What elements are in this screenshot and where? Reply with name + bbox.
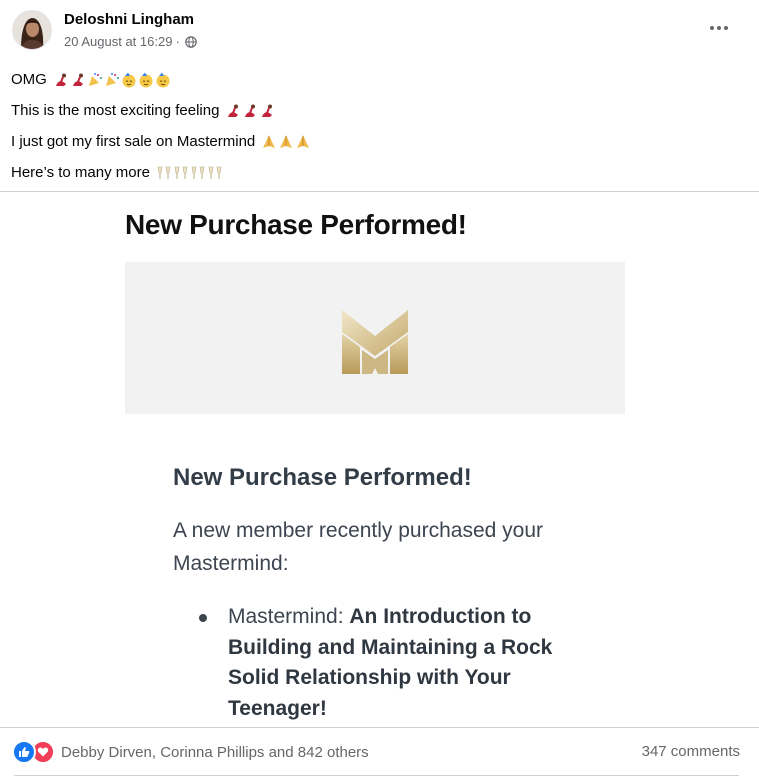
post-timestamp[interactable]: 20 August at 16:29 — [64, 34, 172, 50]
post-line-text: Here’s to many more — [11, 164, 150, 181]
post-message: OMG This is the most exciting feeling I … — [11, 64, 311, 188]
clinking-glasses-icon — [174, 166, 188, 179]
clinking-glasses-icon — [157, 166, 171, 179]
image-heading: New Purchase Performed! — [173, 464, 472, 491]
comments-count[interactable]: 347 comments — [642, 743, 740, 760]
dancer-icon — [72, 73, 83, 86]
more-dot-icon — [710, 26, 714, 30]
like-icon — [12, 740, 36, 764]
dancer-icon — [245, 104, 256, 117]
post-line-text: This is the most exciting feeling — [11, 102, 220, 119]
confetti-icon — [88, 72, 102, 86]
folded-hands-icon — [297, 134, 310, 148]
dancer-icon — [55, 73, 66, 86]
mastermind-logo-icon — [342, 310, 408, 374]
image-title: New Purchase Performed! — [125, 209, 467, 240]
meta-separator: · — [175, 34, 180, 49]
logo-banner — [125, 262, 625, 414]
list-item-label: Mastermind: — [228, 605, 344, 628]
post-line: Here’s to many more — [11, 157, 311, 188]
confetti-icon — [105, 72, 119, 86]
image-list-item: Mastermind: An Introduction to Building … — [199, 602, 579, 724]
post-line: OMG — [11, 64, 311, 95]
partying-face-icon — [139, 72, 153, 87]
clinking-glasses-icon — [191, 166, 205, 179]
partying-face-icon — [122, 72, 136, 87]
more-options-button[interactable] — [701, 16, 737, 40]
post-line-text: I just got my first sale on Mastermind — [11, 133, 256, 150]
post-line-text: OMG — [11, 71, 47, 88]
post-meta: 20 August at 16:29 · — [64, 34, 197, 50]
bullet-icon — [199, 614, 207, 622]
footer-divider — [0, 727, 759, 728]
clinking-glasses-icon — [208, 166, 222, 179]
partying-face-icon — [156, 72, 170, 87]
reactions-summary[interactable]: Debby Dirven, Corinna Phillips and 842 o… — [12, 740, 369, 764]
more-dot-icon — [724, 26, 728, 30]
post-line: This is the most exciting feeling — [11, 95, 311, 126]
author-name[interactable]: Deloshni Lingham — [64, 11, 194, 29]
folded-hands-icon — [263, 134, 276, 148]
emoji-row — [53, 72, 171, 88]
avatar[interactable] — [12, 10, 52, 50]
emoji-row — [156, 165, 223, 181]
emoji-row — [225, 103, 275, 119]
reaction-names[interactable]: Debby Dirven, Corinna Phillips and 842 o… — [61, 744, 369, 761]
dancer-icon — [262, 104, 273, 117]
globe-icon[interactable] — [184, 36, 197, 48]
post-image[interactable]: New Purchase Performed! New Purchase Per… — [0, 192, 759, 727]
actions-divider — [14, 775, 739, 776]
emoji-row — [261, 134, 311, 150]
post-line: I just got my first sale on Mastermind — [11, 126, 311, 157]
list-item-text: Mastermind: An Introduction to Building … — [228, 602, 579, 724]
folded-hands-icon — [280, 134, 293, 148]
more-dot-icon — [717, 26, 721, 30]
post-header: Deloshni Lingham 20 August at 16:29 · — [0, 0, 759, 60]
dancer-icon — [228, 104, 239, 117]
image-body-text: A new member recently purchased your Mas… — [173, 519, 544, 575]
